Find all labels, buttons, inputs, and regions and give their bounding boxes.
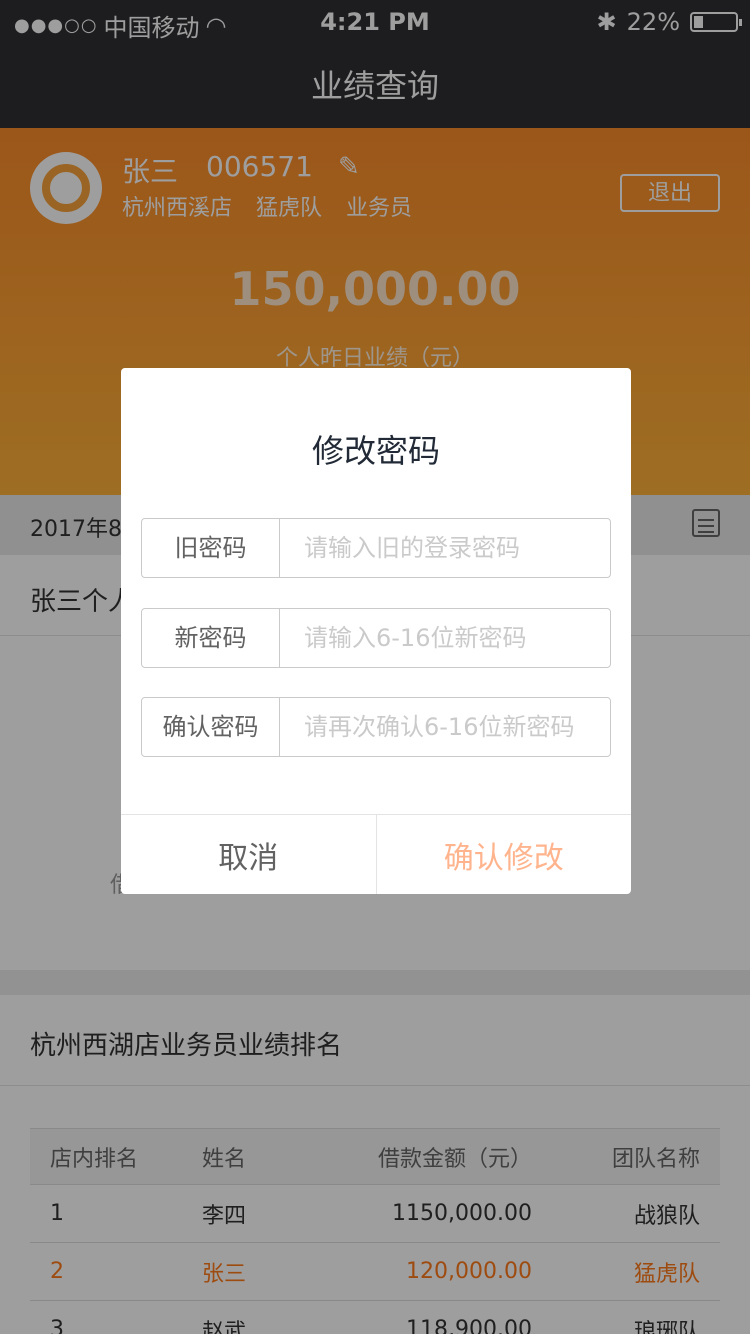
- confirm-password-input[interactable]: [280, 698, 610, 756]
- old-password-label: 旧密码: [142, 519, 280, 577]
- confirm-password-field: 确认密码: [141, 697, 611, 757]
- confirm-button[interactable]: 确认修改: [377, 815, 632, 894]
- change-password-modal: 修改密码 旧密码 新密码 确认密码 取消 确认修改: [121, 368, 631, 894]
- modal-footer: 取消 确认修改: [121, 814, 631, 894]
- new-password-label: 新密码: [142, 609, 280, 667]
- cancel-button[interactable]: 取消: [121, 815, 377, 894]
- new-password-field: 新密码: [141, 608, 611, 668]
- confirm-password-label: 确认密码: [142, 698, 280, 756]
- modal-title: 修改密码: [311, 432, 440, 470]
- old-password-field: 旧密码: [141, 518, 611, 578]
- new-password-input[interactable]: [280, 609, 610, 667]
- old-password-input[interactable]: [280, 519, 610, 577]
